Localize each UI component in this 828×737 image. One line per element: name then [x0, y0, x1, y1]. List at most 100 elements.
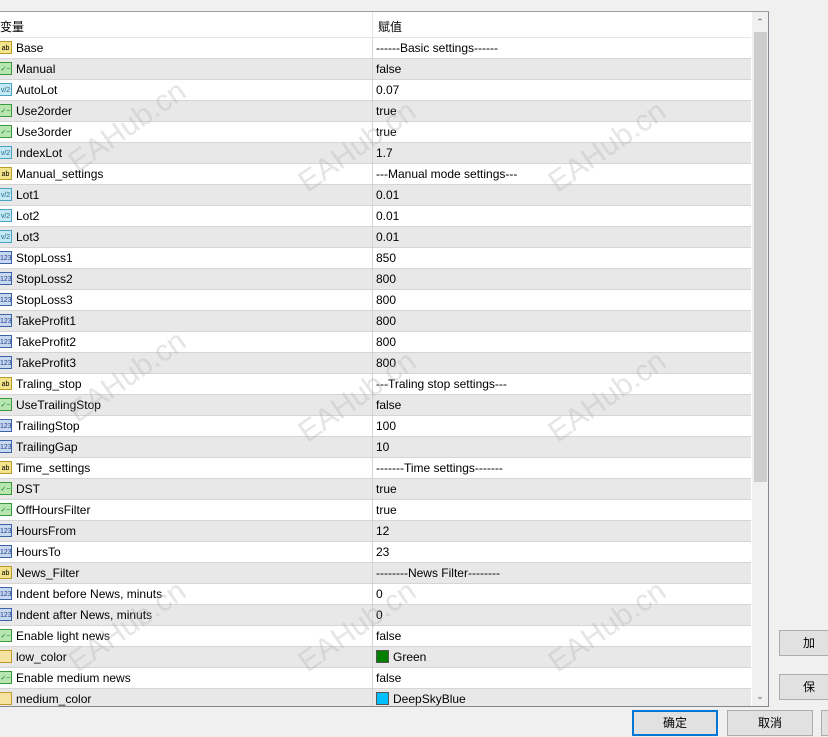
row-value[interactable]: 0.01 — [376, 209, 399, 223]
scroll-thumb[interactable] — [754, 32, 767, 482]
row-variable-name: Lot3 — [16, 230, 40, 244]
table-row[interactable]: 123 TakeProfit2 800 — [0, 332, 751, 353]
row-variable-name: Time_settings — [16, 461, 91, 475]
cell-divider — [372, 521, 373, 541]
row-value[interactable]: 0 — [376, 587, 383, 601]
cell-divider — [372, 311, 373, 331]
row-value[interactable]: 23 — [376, 545, 389, 559]
table-row[interactable]: v/2 AutoLot 0.07 — [0, 80, 751, 101]
row-value[interactable]: 800 — [376, 272, 396, 286]
cell-divider — [372, 689, 373, 706]
row-value[interactable]: ---Traling stop settings--- — [376, 377, 507, 391]
row-variable-name: TakeProfit3 — [16, 356, 77, 370]
row-value[interactable]: ------Basic settings------ — [376, 41, 498, 55]
row-value[interactable]: Green — [376, 650, 426, 664]
row-variable-name: HoursTo — [16, 545, 61, 559]
save-button[interactable]: 保 — [779, 674, 828, 700]
table-row[interactable]: 123 Indent after News, minuts 0 — [0, 605, 751, 626]
row-value[interactable]: true — [376, 125, 397, 139]
row-variable-name: Lot1 — [16, 188, 40, 202]
table-row[interactable]: 123 TrailingGap 10 — [0, 437, 751, 458]
int-type-icon: 123 — [0, 440, 12, 453]
table-row[interactable]: ✓~ Enable medium news false — [0, 668, 751, 689]
row-value[interactable]: 800 — [376, 335, 396, 349]
table-row[interactable]: 123 Indent before News, minuts 0 — [0, 584, 751, 605]
column-header-value[interactable]: 赋值 — [378, 18, 402, 35]
bool-type-icon: ✓~ — [0, 503, 12, 516]
table-row[interactable]: ab News_Filter --------News Filter-------- — [0, 563, 751, 584]
row-value[interactable]: 0.01 — [376, 230, 399, 244]
row-value[interactable]: true — [376, 482, 397, 496]
row-value[interactable]: true — [376, 503, 397, 517]
scroll-down-icon[interactable]: ⌄ — [752, 688, 768, 704]
row-value[interactable]: 800 — [376, 314, 396, 328]
row-value[interactable]: 800 — [376, 293, 396, 307]
grid-header: 变量 赋值 — [0, 12, 751, 38]
table-row[interactable]: ab Base ------Basic settings------ — [0, 38, 751, 59]
row-value[interactable]: true — [376, 104, 397, 118]
cell-divider — [372, 227, 373, 247]
row-value[interactable]: false — [376, 629, 401, 643]
color-name: DeepSkyBlue — [393, 692, 466, 706]
row-value[interactable]: DeepSkyBlue — [376, 692, 466, 706]
table-row[interactable]: 123 StopLoss3 800 — [0, 290, 751, 311]
cancel-button[interactable]: 取消 — [727, 710, 813, 736]
table-row[interactable]: 123 TakeProfit1 800 — [0, 311, 751, 332]
row-value[interactable]: 1.7 — [376, 146, 393, 160]
table-row[interactable]: v/2 Lot1 0.01 — [0, 185, 751, 206]
table-row[interactable]: v/2 Lot3 0.01 — [0, 227, 751, 248]
row-value[interactable]: 0.07 — [376, 83, 399, 97]
table-row[interactable]: ✓~ UseTrailingStop false — [0, 395, 751, 416]
table-row[interactable]: 123 StopLoss2 800 — [0, 269, 751, 290]
column-divider[interactable] — [372, 12, 373, 37]
table-row[interactable]: 123 TakeProfit3 800 — [0, 353, 751, 374]
row-value[interactable]: 100 — [376, 419, 396, 433]
row-value[interactable]: 0.01 — [376, 188, 399, 202]
row-value[interactable]: ---Manual mode settings--- — [376, 167, 517, 181]
row-value[interactable]: 0 — [376, 608, 383, 622]
table-row[interactable]: ✓~ Use3order true — [0, 122, 751, 143]
vertical-scrollbar[interactable]: ⌃ ⌄ — [752, 12, 768, 706]
row-value[interactable]: 850 — [376, 251, 396, 265]
row-value[interactable]: -------Time settings------- — [376, 461, 503, 475]
row-value[interactable]: 10 — [376, 440, 389, 454]
row-value[interactable]: --------News Filter-------- — [376, 566, 500, 580]
table-row[interactable]: ab Manual_settings ---Manual mode settings… — [0, 164, 751, 185]
table-row[interactable]: ab Traling_stop ---Traling stop settings--… — [0, 374, 751, 395]
ok-button[interactable]: 确定 — [632, 710, 718, 736]
table-row[interactable]: v/2 Lot2 0.01 — [0, 206, 751, 227]
load-button[interactable]: 加 — [779, 630, 828, 656]
table-row[interactable]: 123 StopLoss1 850 — [0, 248, 751, 269]
table-row[interactable]: ✓~ DST true — [0, 479, 751, 500]
extra-button[interactable] — [821, 710, 828, 736]
double-type-icon: v/2 — [0, 188, 12, 201]
column-header-variable[interactable]: 变量 — [0, 18, 24, 35]
table-row[interactable]: v/2 IndexLot 1.7 — [0, 143, 751, 164]
table-row[interactable]: ✓~ Use2order true — [0, 101, 751, 122]
row-value[interactable]: 800 — [376, 356, 396, 370]
row-value[interactable]: false — [376, 398, 401, 412]
table-row[interactable]: ✓~ OffHoursFilter true — [0, 500, 751, 521]
table-row[interactable]: ab Time_settings -------Time settings-----… — [0, 458, 751, 479]
double-type-icon: v/2 — [0, 83, 12, 96]
row-variable-name: Use3order — [16, 125, 73, 139]
table-row[interactable]: 123 HoursTo 23 — [0, 542, 751, 563]
table-row[interactable]: ✓~ Manual false — [0, 59, 751, 80]
grid-rows: ab Base ------Basic settings------ ✓~ Manual… — [0, 38, 751, 706]
cell-divider — [372, 122, 373, 142]
scroll-up-icon[interactable]: ⌃ — [752, 14, 768, 30]
cell-divider — [372, 290, 373, 310]
table-row[interactable]: 123 TrailingStop 100 — [0, 416, 751, 437]
table-row[interactable]: ✓~ Enable light news false — [0, 626, 751, 647]
color-swatch — [376, 692, 389, 705]
row-variable-name: AutoLot — [16, 83, 58, 97]
row-value[interactable]: 12 — [376, 524, 389, 538]
table-row[interactable]: 123 HoursFrom 12 — [0, 521, 751, 542]
table-row[interactable]: low_color Green — [0, 647, 751, 668]
row-value[interactable]: false — [376, 62, 401, 76]
row-value[interactable]: false — [376, 671, 401, 685]
row-variable-name: Manual — [16, 62, 56, 76]
cell-divider — [372, 374, 373, 394]
cell-divider — [372, 38, 373, 58]
table-row[interactable]: medium_color DeepSkyBlue — [0, 689, 751, 706]
